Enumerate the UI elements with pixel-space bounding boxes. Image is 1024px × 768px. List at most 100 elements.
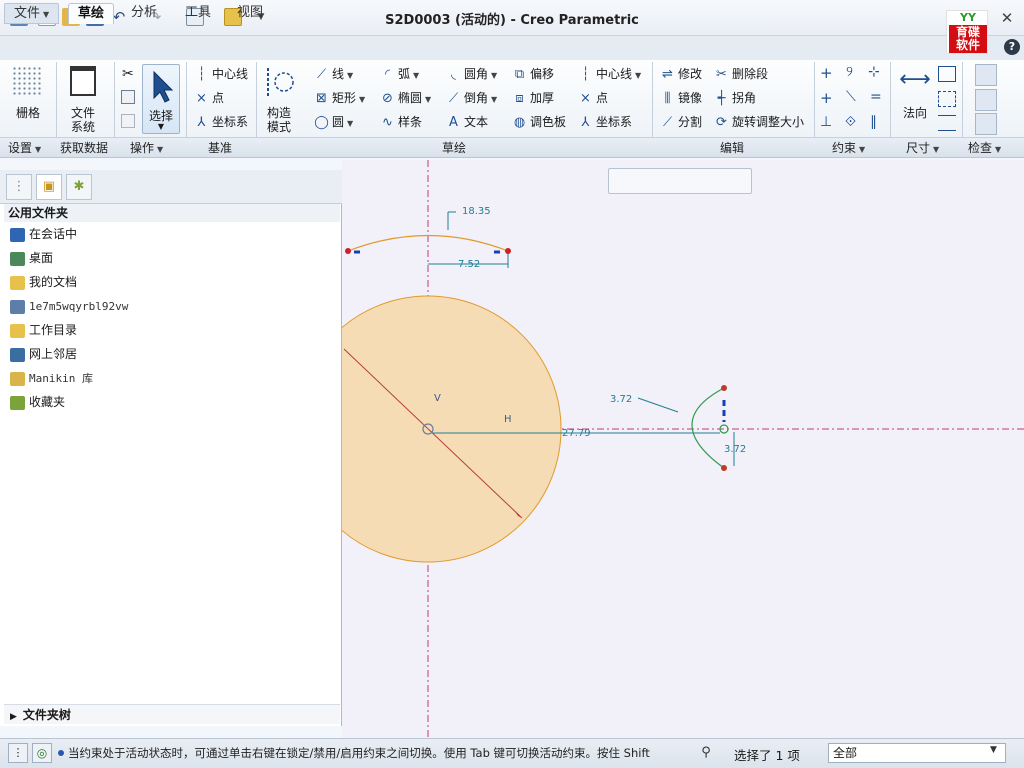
construct-label-1: 构造 bbox=[266, 106, 291, 120]
filter-binoculars-icon[interactable]: ⚲ bbox=[694, 743, 718, 763]
model-tree-tab-icon[interactable]: ⋮ bbox=[6, 174, 32, 200]
file-system-button[interactable]: 文件 系统 bbox=[61, 106, 105, 134]
vertical-constraint-icon[interactable]: + bbox=[820, 64, 833, 82]
chamfer-button[interactable]: ⟋ 倒角 ▼ bbox=[446, 88, 497, 108]
fillet-button[interactable]: ◟ 圆角 ▼ bbox=[446, 64, 497, 84]
tab-analysis[interactable]: 分析 bbox=[122, 3, 166, 24]
help-icon[interactable]: ? bbox=[1004, 39, 1020, 55]
symmetric-constraint-icon[interactable]: ⟐ bbox=[845, 114, 856, 130]
construction-mode-button[interactable]: 构造 模式 bbox=[257, 106, 301, 134]
reference-icon[interactable] bbox=[938, 115, 956, 131]
group-sketch: 草绘 bbox=[442, 141, 467, 155]
horizontal-constraint-icon[interactable]: + bbox=[820, 89, 833, 107]
datum-point-button[interactable]: × 点 bbox=[194, 88, 224, 108]
select-button[interactable]: 选择 ▼ bbox=[142, 64, 180, 134]
main-circle[interactable] bbox=[342, 295, 562, 563]
selection-filter-select[interactable]: 全部 bbox=[828, 743, 1006, 763]
datum-coordsys-button[interactable]: ⅄ 坐标系 bbox=[194, 112, 249, 132]
group-settings-label: 设置 bbox=[8, 141, 33, 155]
group-dimension[interactable]: 尺寸 ▼ bbox=[906, 140, 939, 156]
browser-icon[interactable]: ◎ bbox=[32, 743, 52, 763]
normal-dimension-button[interactable]: 法向 bbox=[893, 106, 937, 120]
arc-button[interactable]: ◜ 弧 ▼ bbox=[380, 64, 419, 84]
cut-icon[interactable]: ✂ bbox=[122, 66, 134, 82]
corner-button[interactable]: ┽ 拐角 bbox=[714, 88, 756, 108]
parallel-constraint-icon[interactable]: ∥ bbox=[870, 114, 877, 130]
arc-length-dimension[interactable]: 18.35 bbox=[462, 206, 491, 217]
sketch-point-button[interactable]: × 点 bbox=[578, 88, 608, 108]
folder-my-documents[interactable]: 我的文档 bbox=[10, 271, 77, 293]
arc-endpoint-right[interactable] bbox=[505, 248, 511, 254]
circle-button[interactable]: ◯ 圆 ▼ bbox=[314, 112, 353, 132]
rotate-resize-button[interactable]: ⟳ 旋转调整大小 bbox=[714, 112, 804, 132]
folder-computer[interactable]: 1e7m5wqyrbl92vw bbox=[10, 295, 128, 317]
tangent-constraint-icon[interactable]: ୨ bbox=[846, 64, 853, 80]
coincident-constraint-icon[interactable]: ⟍ bbox=[846, 89, 856, 105]
paste-icon[interactable] bbox=[121, 114, 135, 128]
close-icon[interactable]: ✕ bbox=[996, 8, 1018, 28]
group-inspect[interactable]: 检查 ▼ bbox=[968, 140, 1001, 156]
folder-working-directory[interactable]: 工作目录 bbox=[10, 319, 77, 341]
delete-segment-label: 删除段 bbox=[732, 67, 769, 81]
small-arc-endpoint-top[interactable] bbox=[721, 385, 727, 391]
toggle-navigator-icon[interactable]: ⋮ bbox=[8, 743, 28, 763]
radius-bottom-dimension[interactable]: 3.72 bbox=[724, 444, 746, 455]
text-label: 文本 bbox=[464, 115, 489, 129]
arc-endpoint-left[interactable] bbox=[345, 248, 351, 254]
tab-tools[interactable]: 工具 bbox=[176, 3, 220, 24]
overlapping-geometry-icon[interactable] bbox=[975, 64, 997, 86]
selection-filter-value: 全部 bbox=[833, 746, 858, 760]
logo-leaf-text: YY bbox=[960, 11, 976, 24]
equal-constraint-icon[interactable]: = bbox=[870, 89, 882, 105]
small-arc-endpoint-bottom[interactable] bbox=[721, 465, 727, 471]
folder-network[interactable]: 网上邻居 bbox=[10, 343, 77, 365]
expand-triangle-icon: ▶ bbox=[10, 712, 17, 722]
datum-centerline-button[interactable]: ┆ 中心线 bbox=[194, 64, 248, 84]
text-button[interactable]: A 文本 bbox=[446, 112, 488, 132]
perimeter-icon[interactable] bbox=[938, 66, 956, 82]
highlight-open-ends-icon[interactable] bbox=[975, 89, 997, 111]
arc-half-dimension[interactable]: 7.52 bbox=[458, 259, 480, 270]
rectangle-icon: ⊠ bbox=[316, 91, 327, 106]
baseline-icon[interactable] bbox=[938, 91, 956, 107]
sketch-centerline-button[interactable]: ┆ 中心线 ▼ bbox=[578, 64, 642, 84]
sketch-coordsys-button[interactable]: ⅄ 坐标系 bbox=[578, 112, 633, 132]
copy-icon[interactable] bbox=[121, 90, 135, 104]
midpoint-constraint-icon[interactable]: ⊹ bbox=[868, 64, 880, 80]
thicken-button[interactable]: ⧈ 加厚 bbox=[512, 88, 554, 108]
graphics-area[interactable]: V H 18.35 7.52 27.79 3.72 3.72 bbox=[342, 160, 1024, 738]
divide-button[interactable]: ⟋ 分割 bbox=[660, 112, 702, 132]
folder-tree-toggle[interactable]: ▶ 文件夹树 bbox=[4, 704, 340, 724]
ellipse-button[interactable]: ⊘ 椭圆 ▼ bbox=[380, 88, 431, 108]
sketch-point-label: 点 bbox=[596, 91, 609, 105]
tab-view[interactable]: 视图 bbox=[228, 3, 272, 24]
group-operations[interactable]: 操作 ▼ bbox=[130, 140, 163, 156]
spline-button[interactable]: ∿ 样条 bbox=[380, 112, 422, 132]
offset-button[interactable]: ⧉ 偏移 bbox=[512, 64, 554, 84]
small-arc[interactable] bbox=[691, 387, 725, 469]
folder-favorites[interactable]: 收藏夹 bbox=[10, 391, 65, 413]
folder-in-session[interactable]: 在会话中 bbox=[10, 223, 77, 245]
group-constrain[interactable]: 约束 ▼ bbox=[832, 140, 865, 156]
favorites-tab-icon[interactable]: ✱ bbox=[66, 174, 92, 200]
delete-segment-button[interactable]: ✂ 删除段 bbox=[714, 64, 768, 84]
tab-sketch[interactable]: 草绘 bbox=[68, 3, 115, 24]
modify-button[interactable]: ⇌ 修改 bbox=[660, 64, 702, 84]
grid-button[interactable]: 栅格 bbox=[6, 106, 50, 120]
folder-browser-tab-icon[interactable]: ▣ bbox=[36, 174, 62, 200]
radius-top-dimension[interactable]: 3.72 bbox=[610, 394, 632, 405]
palette-button[interactable]: ◍ 调色板 bbox=[512, 112, 566, 132]
group-settings[interactable]: 设置 ▼ bbox=[8, 140, 41, 156]
horizontal-distance-dimension[interactable]: 27.79 bbox=[562, 428, 591, 439]
shade-closed-loops-icon[interactable] bbox=[975, 113, 997, 135]
perpendicular-constraint-icon[interactable]: ⊥ bbox=[820, 114, 832, 130]
mirror-button[interactable]: ⫼ 镜像 bbox=[660, 88, 703, 108]
folder-desktop[interactable]: 桌面 bbox=[10, 247, 53, 269]
file-system-label-1: 文件 bbox=[70, 106, 95, 120]
folder-manikin-library[interactable]: Manikin 库 bbox=[10, 367, 93, 389]
filter-dropdown-icon[interactable]: ▼ bbox=[990, 745, 997, 755]
tab-file[interactable]: 文件 ▼ bbox=[4, 3, 60, 24]
divide-label: 分割 bbox=[678, 115, 703, 129]
rectangle-button[interactable]: ⊠ 矩形 ▼ bbox=[314, 88, 365, 108]
line-button[interactable]: ⟋ 线 ▼ bbox=[314, 64, 353, 84]
